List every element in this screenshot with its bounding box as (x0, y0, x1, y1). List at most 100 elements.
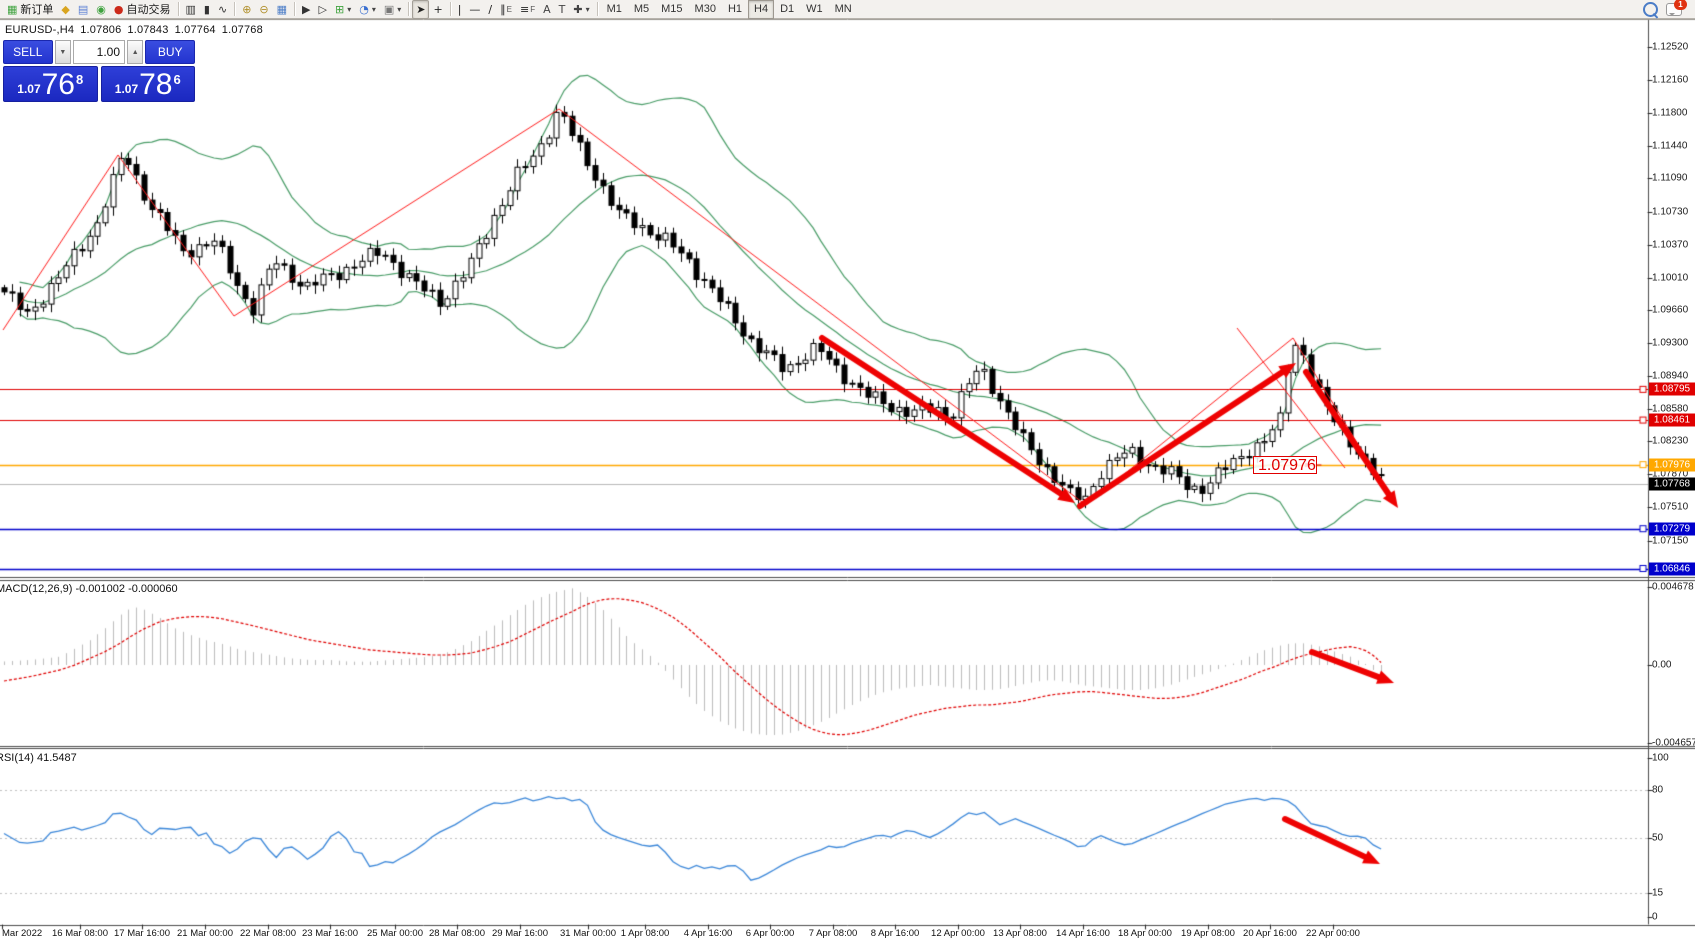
toolbar-separator (294, 2, 295, 16)
time-axis-label: 22 Mar 08:00 (240, 928, 296, 939)
candlestick-chart-type-icon[interactable]: ▮ (200, 0, 214, 19)
templates-icon: ▣ (384, 2, 394, 17)
time-axis-label: 7 Apr 08:00 (809, 928, 858, 939)
bar-chart-type-icon[interactable]: ▥ (182, 0, 200, 19)
periods-icon: ◔ (359, 2, 369, 17)
price-badge: 1.08461 (1649, 414, 1695, 427)
buy-button[interactable]: BUY (145, 40, 195, 64)
autotrading-button[interactable]: ●自动交易 (110, 0, 175, 19)
price-axis-tick: 1.12520 (1652, 42, 1688, 53)
periods-icon[interactable]: ◔▾ (355, 0, 380, 19)
volume-decrease-button[interactable]: ▼ (55, 40, 71, 64)
horizontal-line-icon: — (469, 2, 480, 17)
timeframe-button-m15[interactable]: M15 (655, 0, 688, 19)
toolbar-separator (178, 2, 179, 16)
crosshair-icon: + (433, 2, 442, 17)
equidistant-channel-icon[interactable]: ∥E (496, 0, 516, 19)
chart-shift-icon[interactable]: ▷ (315, 0, 331, 19)
tile-windows-icon[interactable]: ▦ (273, 0, 291, 19)
terminal-icon[interactable]: ▤ (74, 0, 92, 19)
price-axis-tick: 1.10010 (1652, 272, 1688, 283)
signals-icon[interactable]: ◉ (92, 0, 110, 19)
shapes-icon[interactable]: ✚▾ (569, 0, 593, 19)
close-value: 1.07768 (222, 24, 263, 36)
time-axis-label: 20 Apr 16:00 (1243, 928, 1297, 939)
new-order-button[interactable]: ▦新订单 (3, 0, 57, 19)
templates-icon[interactable]: ▣▾ (380, 0, 405, 19)
price-axis-tick: 1.09300 (1652, 337, 1688, 348)
time-axis-label: 13 Apr 08:00 (993, 928, 1047, 939)
price-axis-tick: 1.07150 (1652, 535, 1688, 546)
search-button[interactable] (1639, 0, 1662, 19)
timeframe-button-m1[interactable]: M1 (601, 0, 628, 19)
shapes-icon-dropdown[interactable]: ▾ (586, 5, 590, 14)
price-chart-canvas[interactable] (0, 0, 1695, 941)
bid-pip-digit: 8 (76, 72, 83, 87)
timeframe-button-h4[interactable]: H4 (748, 0, 774, 19)
horizontal-line-icon[interactable]: — (465, 0, 484, 19)
sell-button[interactable]: SELL (3, 40, 53, 64)
rsi-axis-tick: 0 (1652, 912, 1658, 923)
zoom-out-icon[interactable]: ⊖ (255, 0, 272, 19)
ask-price-button[interactable]: 1.07 78 6 (101, 66, 196, 102)
rsi-axis-tick: 50 (1652, 832, 1663, 843)
cursor-icon[interactable]: ➤ (412, 0, 429, 19)
new-chart-icon[interactable]: ⊞▾ (331, 0, 355, 19)
price-axis-tick: 1.12160 (1652, 75, 1688, 86)
timeframe-button-m30[interactable]: M30 (689, 0, 722, 19)
price-axis-tick: 1.08230 (1652, 436, 1688, 447)
vertical-line-icon[interactable]: | (454, 0, 466, 19)
text-label-icon[interactable]: T (555, 0, 570, 19)
trendline-icon[interactable]: ∕ (484, 0, 496, 19)
timeframe-button-m5[interactable]: M5 (628, 0, 655, 19)
bid-price-button[interactable]: 1.07 76 8 (3, 66, 98, 102)
vertical-line-icon: | (458, 2, 462, 17)
templates-icon-dropdown[interactable]: ▾ (397, 5, 401, 14)
periods-icon-dropdown[interactable]: ▾ (372, 5, 376, 14)
text-icon[interactable]: A (539, 0, 555, 19)
chart-shift-icon: ▷ (319, 2, 327, 17)
fibonacci-icon[interactable]: ≡F (516, 0, 539, 19)
new-chart-icon-dropdown[interactable]: ▾ (347, 5, 351, 14)
macd-axis-tick: -0.004657 (1652, 737, 1695, 748)
chart-ohlc-header: EURUSD-,H41.078061.078431.077641.07768 (5, 24, 269, 36)
terminal-icon: ▤ (78, 2, 88, 17)
ask-big-digits: 78 (139, 71, 172, 99)
volume-increase-button[interactable]: ▲ (127, 40, 143, 64)
equidistant-channel-icon-sub: E (507, 5, 512, 14)
price-axis-tick: 1.10730 (1652, 206, 1688, 217)
zoom-in-icon[interactable]: ⊕ (238, 0, 255, 19)
market-watch-icon[interactable]: ◆ (57, 0, 73, 19)
timeframe-button-h1[interactable]: H1 (722, 0, 748, 19)
price-axis-tick: 1.08940 (1652, 371, 1688, 382)
rsi-axis-tick: 80 (1652, 784, 1663, 795)
timeframe-button-mn[interactable]: MN (829, 0, 858, 19)
auto-scroll-icon[interactable]: ▶ (298, 0, 314, 19)
time-axis-label: 29 Mar 16:00 (492, 928, 548, 939)
one-click-trading-panel: SELL ▼ ▲ BUY 1.07 76 8 1.07 78 6 (3, 40, 195, 102)
timeframe-button-w1[interactable]: W1 (800, 0, 829, 19)
time-axis-label: 1 Apr 08:00 (621, 928, 670, 939)
equidistant-channel-icon: ∥ (500, 2, 506, 17)
time-axis-label: 6 Apr 00:00 (746, 928, 795, 939)
time-axis-label: 14 Apr 16:00 (1056, 928, 1110, 939)
crosshair-icon[interactable]: + (429, 0, 446, 19)
price-axis-tick: 1.10370 (1652, 239, 1688, 250)
price-level-tag[interactable]: 1.07976 (1253, 456, 1317, 474)
line-chart-type-icon[interactable]: ∿ (214, 0, 231, 19)
open-value: 1.07806 (80, 24, 121, 36)
new-chart-icon: ⊞ (335, 2, 344, 17)
new-order-button-label: 新订单 (20, 1, 53, 17)
new-order-button: ▦ (7, 2, 17, 17)
toolbar-separator (450, 2, 451, 16)
volume-input[interactable] (73, 40, 125, 64)
time-axis-label: 19 Apr 08:00 (1181, 928, 1235, 939)
time-axis-label: 23 Mar 16:00 (302, 928, 358, 939)
timeframe-button-d1[interactable]: D1 (774, 0, 800, 19)
time-axis-label: 4 Apr 16:00 (684, 928, 733, 939)
auto-scroll-icon: ▶ (302, 2, 310, 17)
rsi-indicator-label: RSI(14) 41.5487 (0, 752, 77, 764)
notifications-button[interactable]: 1 (1662, 0, 1686, 19)
chat-icon: 1 (1666, 3, 1682, 16)
low-value: 1.07764 (175, 24, 216, 36)
